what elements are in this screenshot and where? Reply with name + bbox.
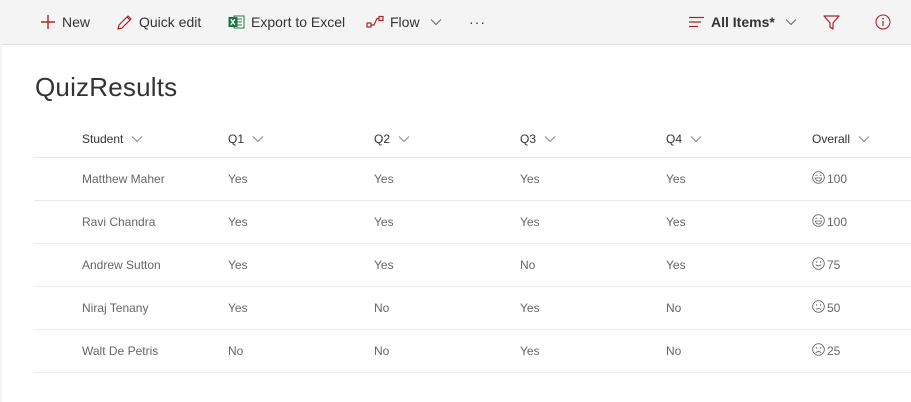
column-header-q3[interactable]: Q3 (520, 121, 556, 157)
cell-q1: Yes (228, 172, 248, 186)
cell-q3: Yes (520, 215, 540, 229)
page-title: QuizResults (35, 72, 178, 102)
info-icon (875, 14, 891, 30)
cell-q2: No (374, 301, 390, 315)
cell-q4: Yes (666, 215, 686, 229)
cell-q3: Yes (520, 344, 540, 358)
flow-icon (366, 15, 384, 29)
chevron-down-icon (252, 132, 264, 146)
info-button[interactable] (875, 0, 891, 44)
new-button[interactable]: New (40, 0, 90, 44)
column-header-q2[interactable]: Q2 (374, 121, 410, 157)
very-happy-face-icon (812, 214, 825, 230)
cell-q3: Yes (520, 172, 540, 186)
excel-icon (228, 14, 245, 30)
cell-q1: Yes (228, 215, 248, 229)
plus-icon (40, 14, 56, 30)
filter-button[interactable] (823, 0, 840, 44)
export-to-excel-button[interactable]: Export to Excel (228, 0, 345, 44)
quick-edit-label: Quick edit (139, 14, 202, 30)
filter-icon (823, 14, 840, 31)
cell-overall: 75 (812, 244, 840, 286)
cell-q3: No (520, 258, 536, 272)
cell-overall: 50 (812, 287, 840, 329)
column-header-row: Student Q1 Q2 Q3 Q4 Overall (34, 121, 911, 158)
export-label: Export to Excel (251, 14, 346, 30)
chevron-down-icon (430, 18, 442, 26)
table-row[interactable]: Niraj Tenany Yes No Yes No 50 (34, 287, 911, 330)
cell-q2: Yes (374, 172, 394, 186)
table-row[interactable]: Ravi Chandra Yes Yes Yes Yes 100 (34, 201, 911, 244)
cell-student[interactable]: Walt De Petris (82, 330, 158, 372)
cell-q4: No (666, 301, 682, 315)
cell-student[interactable]: Niraj Tenany (82, 287, 148, 329)
overall-score: 25 (827, 344, 841, 358)
overall-score: 50 (827, 301, 841, 315)
happy-face-icon (812, 257, 825, 273)
overall-score: 100 (827, 215, 848, 229)
column-header-q4[interactable]: Q4 (666, 121, 702, 157)
flow-label: Flow (390, 14, 420, 30)
column-header-q1[interactable]: Q1 (228, 121, 264, 157)
cell-q2: No (374, 344, 390, 358)
cell-student[interactable]: Ravi Chandra (82, 201, 155, 243)
cell-q1: Yes (228, 301, 248, 315)
overall-score: 75 (827, 258, 841, 272)
chevron-down-icon (398, 132, 410, 146)
neutral-face-icon (812, 300, 825, 316)
cell-q3: Yes (520, 301, 540, 315)
chevron-down-icon (858, 132, 870, 146)
chevron-down-icon (690, 132, 702, 146)
cell-q1: Yes (228, 258, 248, 272)
list-grid: Student Q1 Q2 Q3 Q4 Overall Matthew Mahe… (34, 121, 911, 373)
more-label: ··· (469, 14, 486, 30)
sad-face-icon (812, 343, 825, 359)
view-lines-icon (688, 16, 705, 28)
table-row[interactable]: Matthew Maher Yes Yes Yes Yes 100 (34, 158, 911, 201)
cell-overall: 25 (812, 330, 840, 372)
cell-q2: Yes (374, 258, 394, 272)
cell-overall: 100 (812, 158, 847, 200)
cell-q4: Yes (666, 258, 686, 272)
quick-edit-button[interactable]: Quick edit (116, 0, 201, 44)
chevron-down-icon (785, 18, 797, 26)
pencil-icon (116, 14, 133, 31)
very-happy-face-icon (812, 171, 825, 187)
view-switcher-button[interactable]: All Items* (688, 0, 797, 44)
cell-q2: Yes (374, 215, 394, 229)
command-bar: New Quick edit Export to Excel Flow ··· … (0, 0, 911, 45)
page-edge (0, 44, 2, 402)
view-label: All Items* (711, 14, 775, 30)
cell-q1: No (228, 344, 244, 358)
more-actions-button[interactable]: ··· (469, 0, 486, 44)
table-row[interactable]: Walt De Petris No No Yes No 25 (34, 330, 911, 373)
cell-student[interactable]: Matthew Maher (82, 158, 165, 200)
cell-q4: Yes (666, 172, 686, 186)
column-header-overall[interactable]: Overall (812, 121, 870, 157)
flow-menu-button[interactable]: Flow (366, 0, 442, 44)
cell-overall: 100 (812, 201, 847, 243)
new-label: New (62, 14, 91, 30)
table-row[interactable]: Andrew Sutton Yes Yes No Yes 75 (34, 244, 911, 287)
column-header-student[interactable]: Student (82, 121, 143, 157)
cell-q4: No (666, 344, 682, 358)
cell-student[interactable]: Andrew Sutton (82, 244, 161, 286)
overall-score: 100 (827, 172, 848, 186)
chevron-down-icon (544, 132, 556, 146)
chevron-down-icon (131, 132, 143, 146)
list-rows: Matthew Maher Yes Yes Yes Yes 100 Ravi Chandra… (34, 158, 911, 373)
